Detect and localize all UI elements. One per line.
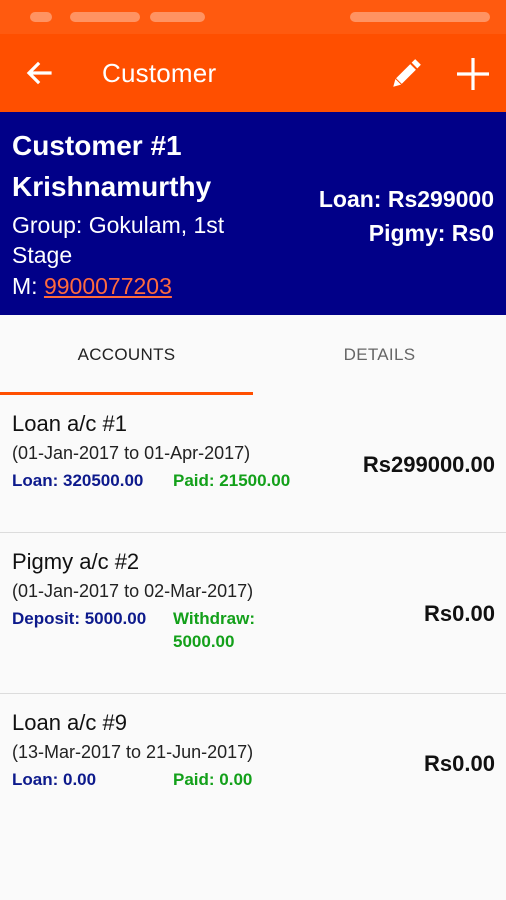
edit-button[interactable] [386,54,426,94]
list-item[interactable]: Loan a/c #1 (01-Jan-2017 to 01-Apr-2017)… [0,395,506,533]
account-paid: Paid: 21500.00 [173,471,291,490]
customer-group: Group: Gokulam, 1st Stage [12,212,225,268]
list-item[interactable]: Loan a/c #9 (13-Mar-2017 to 21-Jun-2017)… [0,694,506,804]
account-title: Loan a/c #9 [12,710,127,735]
status-icon [30,12,52,22]
mobile-link[interactable]: 9900077203 [44,273,172,299]
arrow-left-icon [26,61,52,85]
back-button[interactable] [22,56,56,90]
account-dates: (01-Jan-2017 to 01-Apr-2017) [12,443,251,463]
account-title: Loan a/c #1 [12,411,127,436]
account-balance: Rs0.00 [424,751,495,776]
status-icon [70,12,140,22]
mobile-label: M: [12,273,44,299]
account-withdraw: Withdraw: 5000.00 [173,609,256,651]
account-loan: Loan: 320500.00 [12,471,144,490]
account-loan: Loan: 0.00 [12,770,97,789]
account-title: Pigmy a/c #2 [12,549,140,574]
customer-header: Customer #1 Krishnamurthy Group: Gokulam… [0,112,506,315]
customer-number: Customer #1 [12,130,182,161]
account-dates: (01-Jan-2017 to 02-Mar-2017) [12,581,254,601]
account-dates: (13-Mar-2017 to 21-Jun-2017) [12,742,254,762]
status-icon [350,12,490,22]
tab-accounts[interactable]: ACCOUNTS [0,315,253,395]
account-deposit: Deposit: 5000.00 [12,609,147,628]
account-balance: Rs0.00 [424,601,495,626]
loan-total: Loan: Rs299000 [318,186,494,212]
status-bar [0,0,506,34]
page-title: Customer [102,58,217,88]
account-paid: Paid: 0.00 [173,770,253,789]
tab-details[interactable]: DETAILS [253,315,506,395]
add-button[interactable] [453,54,493,94]
plus-icon [457,58,489,90]
customer-name: Krishnamurthy [12,171,212,202]
app-bar: Customer [0,34,506,112]
pigmy-total: Pigmy: Rs0 [368,220,494,246]
accounts-list: Loan a/c #1 (01-Jan-2017 to 01-Apr-2017)… [0,395,506,804]
tab-bar: ACCOUNTS DETAILS [0,315,506,395]
status-icon [150,12,205,22]
customer-mobile: M: 9900077203 [12,273,172,300]
pencil-icon [393,59,421,87]
account-balance: Rs299000.00 [362,452,495,477]
list-item[interactable]: Pigmy a/c #2 (01-Jan-2017 to 02-Mar-2017… [0,533,506,694]
